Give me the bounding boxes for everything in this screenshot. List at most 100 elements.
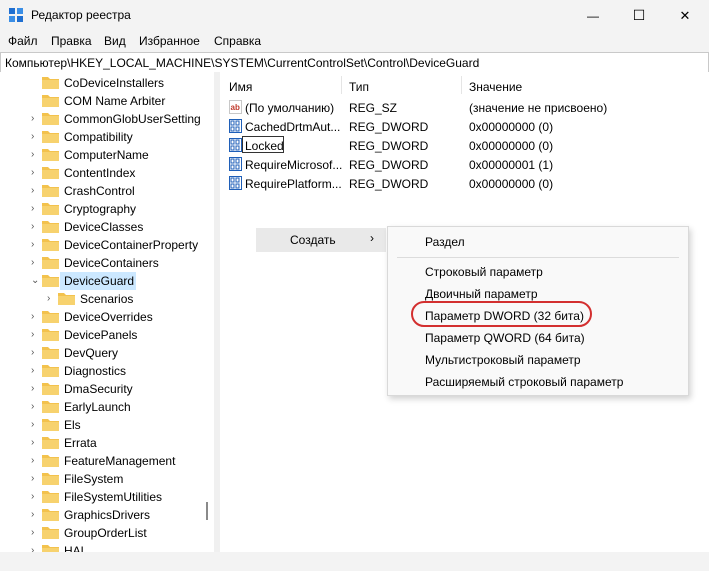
tree-item[interactable]: › DmaSecurity <box>0 380 214 398</box>
value-row[interactable]: ab (По умолчанию) REG_SZ (значение не присв… <box>220 98 709 117</box>
value-row[interactable]: RequireMicrosof... REG_DWORD 0x00000001 (1… <box>220 155 709 174</box>
tree-item[interactable]: › CommonGlobUserSettings <box>0 110 214 128</box>
tree-item[interactable]: › ComputerName <box>0 146 214 164</box>
tree-item[interactable]: › DevQuery <box>0 344 214 362</box>
folder-icon <box>42 203 59 215</box>
chevron-right-icon[interactable]: › <box>31 220 41 234</box>
chevron-right-icon[interactable]: › <box>31 526 41 540</box>
chevron-right-icon[interactable]: › <box>31 328 41 342</box>
tree-scrollbar-thumb[interactable] <box>206 502 208 520</box>
maximize-button[interactable]: ☐ <box>616 0 662 31</box>
column-data-header[interactable]: Значение <box>469 80 522 94</box>
chevron-right-icon[interactable]: › <box>31 184 41 198</box>
binary-value-icon <box>229 119 242 133</box>
tree-item[interactable]: › DeviceOverrides <box>0 308 214 326</box>
menu-view[interactable]: Вид <box>104 34 126 48</box>
chevron-right-icon[interactable]: › <box>31 130 41 144</box>
tree-item[interactable]: ⌄ DeviceGuard <box>0 272 214 290</box>
submenu-item-binary[interactable]: Двоичный параметр <box>425 287 538 301</box>
column-divider[interactable] <box>461 76 462 94</box>
chevron-right-icon[interactable]: › <box>47 292 57 306</box>
tree-item[interactable]: CoDeviceInstallers <box>0 74 214 92</box>
tree-item-label: GroupOrderList <box>64 526 147 540</box>
column-divider[interactable] <box>341 76 342 94</box>
tree-item[interactable]: › EarlyLaunch <box>0 398 214 416</box>
tree-item-label: CoDeviceInstallers <box>64 76 165 90</box>
tree-item[interactable]: › DevicePanels <box>0 326 214 344</box>
tree-item[interactable]: › DeviceContainerProperty <box>0 236 214 254</box>
tree-item-label: Compatibility <box>64 130 133 144</box>
tree-item[interactable]: › HAL <box>0 542 214 552</box>
submenu-item-expandable-string[interactable]: Расширяемый строковый параметр <box>425 375 623 389</box>
chevron-right-icon[interactable]: › <box>31 364 41 378</box>
submenu-item-string[interactable]: Строковый параметр <box>425 265 543 279</box>
submenu-item-qword[interactable]: Параметр QWORD (64 бита) <box>425 331 585 345</box>
tree-item-label: GraphicsDrivers <box>64 508 151 522</box>
chevron-right-icon[interactable]: › <box>31 544 41 552</box>
tree-item-label: FeatureManagement <box>64 454 176 468</box>
value-name: CachedDrtmAut... <box>245 120 341 134</box>
submenu-item-multistring[interactable]: Мультистроковый параметр <box>425 353 581 367</box>
value-data: 0x00000000 (0) <box>469 120 554 134</box>
chevron-down-icon[interactable]: ⌄ <box>31 274 41 288</box>
submenu-item-key[interactable]: Раздел <box>425 235 465 249</box>
close-button[interactable]: ✕ <box>662 0 708 31</box>
folder-icon <box>42 311 59 323</box>
chevron-right-icon[interactable]: › <box>31 202 41 216</box>
tree-item[interactable]: › GroupOrderList <box>0 524 214 542</box>
chevron-right-icon[interactable]: › <box>31 418 41 432</box>
tree-item[interactable]: › DeviceClasses <box>0 218 214 236</box>
chevron-right-icon[interactable]: › <box>31 256 41 270</box>
chevron-right-icon[interactable]: › <box>31 112 41 126</box>
menu-edit[interactable]: Правка <box>51 34 92 48</box>
value-name: RequireMicrosof... <box>245 158 343 172</box>
tree-item[interactable]: › Diagnostics <box>0 362 214 380</box>
tree-item[interactable]: › FileSystem <box>0 470 214 488</box>
menu-help[interactable]: Справка <box>214 34 261 48</box>
tree-scrollbar[interactable] <box>200 72 214 552</box>
chevron-right-icon[interactable]: › <box>31 382 41 396</box>
tree-item[interactable]: › GraphicsDrivers <box>0 506 214 524</box>
tree-item[interactable]: › Errata <box>0 434 214 452</box>
tree-item[interactable]: › FeatureManagement <box>0 452 214 470</box>
chevron-right-icon[interactable]: › <box>31 310 41 324</box>
column-type-header[interactable]: Тип <box>349 80 369 94</box>
chevron-right-icon[interactable]: › <box>31 166 41 180</box>
close-icon: ✕ <box>679 7 691 23</box>
menu-file[interactable]: Файл <box>8 34 38 48</box>
chevron-right-icon[interactable]: › <box>31 148 41 162</box>
binary-value-icon <box>229 176 242 190</box>
folder-icon <box>42 437 59 449</box>
tree-item-label: DeviceGuard <box>64 274 135 288</box>
chevron-right-icon[interactable]: › <box>31 508 41 522</box>
tree-item[interactable]: › Scenarios <box>0 290 214 308</box>
folder-icon <box>42 185 59 197</box>
chevron-right-icon[interactable]: › <box>31 454 41 468</box>
tree-item[interactable]: › FileSystemUtilities <box>0 488 214 506</box>
tree-item[interactable]: › ContentIndex <box>0 164 214 182</box>
tree-item[interactable]: COM Name Arbiter <box>0 92 214 110</box>
chevron-right-icon[interactable]: › <box>31 346 41 360</box>
value-row[interactable]: CachedDrtmAut... REG_DWORD 0x00000000 (0) <box>220 117 709 136</box>
value-type: REG_SZ <box>349 101 398 115</box>
chevron-right-icon[interactable]: › <box>31 436 41 450</box>
registry-tree[interactable]: CoDeviceInstallers COM Name Arbiter › Commo… <box>0 72 214 552</box>
folder-icon <box>42 257 59 269</box>
tree-item[interactable]: › Els <box>0 416 214 434</box>
menu-favorites[interactable]: Избранное <box>139 34 200 48</box>
tree-item[interactable]: › CrashControl <box>0 182 214 200</box>
regedit-app-icon <box>9 8 23 22</box>
status-strip <box>0 552 709 571</box>
value-row[interactable]: RequirePlatform... REG_DWORD 0x00000000 (0… <box>220 174 709 193</box>
chevron-right-icon[interactable]: › <box>31 490 41 504</box>
tree-item[interactable]: › DeviceContainers <box>0 254 214 272</box>
chevron-right-icon[interactable]: › <box>31 238 41 252</box>
value-row[interactable]: Locked REG_DWORD 0x00000000 (0) <box>220 136 709 155</box>
column-name-header[interactable]: Имя <box>229 80 252 94</box>
chevron-right-icon[interactable]: › <box>31 472 41 486</box>
address-bar[interactable]: Компьютер\HKEY_LOCAL_MACHINE\SYSTEM\Curr… <box>0 52 709 73</box>
tree-item[interactable]: › Compatibility <box>0 128 214 146</box>
tree-item[interactable]: › Cryptography <box>0 200 214 218</box>
minimize-button[interactable]: — <box>570 0 616 31</box>
chevron-right-icon[interactable]: › <box>31 400 41 414</box>
